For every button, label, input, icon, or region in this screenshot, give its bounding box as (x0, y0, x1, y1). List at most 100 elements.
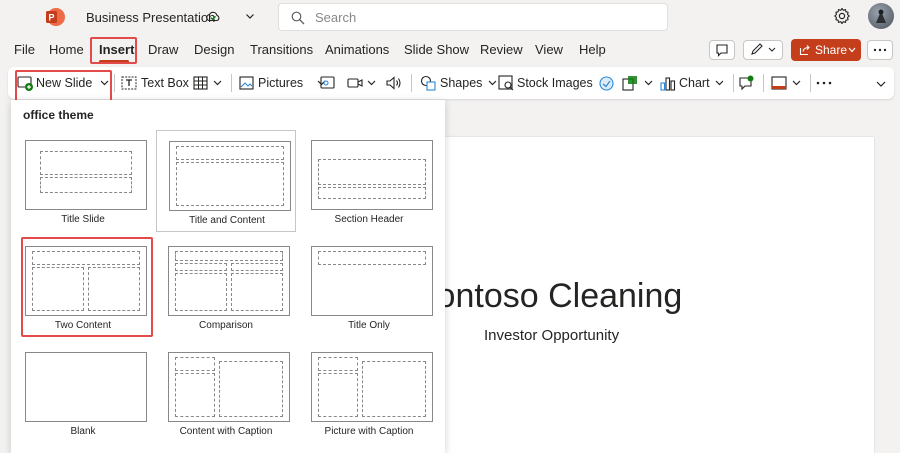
tab-home[interactable]: Home (49, 42, 84, 57)
layout-title-only[interactable]: Title Only (299, 236, 439, 338)
chevron-down-icon (213, 80, 222, 86)
header-footer-button[interactable] (771, 67, 805, 99)
layout-thumbnail (169, 141, 291, 211)
shapes-label: Shapes (440, 76, 483, 90)
new-comment-icon (739, 75, 754, 91)
text-box-label: Text Box (141, 76, 189, 90)
layout-thumbnail (311, 140, 433, 210)
layout-thumbnail (168, 352, 290, 422)
chevron-down-icon (367, 80, 376, 86)
ribbon-separator (114, 74, 115, 92)
chevron-down-icon (488, 80, 497, 86)
search-input[interactable]: Search (278, 3, 668, 31)
table-button[interactable] (193, 67, 227, 99)
ribbon-insert: New Slide Text Box Pictures Shapes Stock… (8, 67, 894, 99)
tab-view[interactable]: View (535, 42, 563, 57)
editing-mode-button[interactable] (743, 40, 783, 60)
chevron-down-icon (644, 80, 653, 86)
tab-design[interactable]: Design (194, 42, 234, 57)
layout-thumbnail (25, 352, 147, 422)
layout-section-header[interactable]: Section Header (299, 130, 439, 232)
comments-button[interactable] (709, 40, 735, 60)
picture-icon (239, 76, 254, 90)
chevron-down-icon (848, 47, 856, 53)
ribbon-separator (733, 74, 734, 92)
video-icon (347, 78, 363, 88)
slide-subtitle[interactable]: Investor Opportunity (484, 327, 619, 344)
layout-title-and-content[interactable]: Title and Content (156, 130, 296, 232)
screenshot-button[interactable] (320, 67, 340, 99)
layout-label: Title Slide (61, 214, 105, 225)
layout-picture-with-caption[interactable]: Picture with Caption (299, 342, 439, 444)
text-box-button[interactable]: Text Box (121, 67, 189, 99)
tab-review[interactable]: Review (480, 42, 523, 57)
comment-icon (716, 44, 728, 57)
layout-thumbnail (168, 246, 290, 316)
ellipsis-icon (873, 48, 887, 52)
video-button[interactable] (347, 67, 379, 99)
avatar-bird-icon (876, 9, 886, 23)
new-comment-button[interactable] (738, 67, 756, 99)
powerpoint-logo-icon[interactable]: P (44, 7, 66, 27)
layout-comparison[interactable]: Comparison (156, 236, 296, 338)
shapes-button[interactable]: Shapes (420, 67, 497, 99)
audio-button[interactable] (385, 67, 405, 99)
header-footer-icon (771, 76, 787, 90)
table-icon (193, 76, 208, 90)
icons-button[interactable] (598, 67, 616, 99)
ribbon-more-button[interactable] (816, 67, 834, 99)
slide-canvas[interactable]: Contoso Cleaning Investor Opportunity (440, 137, 874, 453)
speaker-icon (386, 76, 401, 90)
stock-images-button[interactable]: Stock Images (498, 67, 593, 99)
pictures-label: Pictures (258, 76, 304, 90)
chevron-down-icon (876, 81, 886, 87)
share-icon (799, 45, 810, 56)
pen-icon (751, 43, 776, 55)
layout-label: Comparison (199, 320, 253, 331)
more-options-button[interactable] (867, 40, 893, 60)
document-title[interactable]: Business Presentation (86, 10, 215, 25)
two-content-highlight (21, 237, 153, 337)
saved-to-cloud-icon[interactable] (205, 9, 221, 25)
slide-title[interactable]: Contoso Cleaning (440, 277, 682, 316)
tab-transitions[interactable]: Transitions (250, 42, 313, 57)
ribbon-separator (763, 74, 764, 92)
ribbon-separator (810, 74, 811, 92)
layout-label: Section Header (334, 214, 404, 225)
tab-slide-show[interactable]: Slide Show (404, 42, 469, 57)
expand-ribbon-button[interactable] (874, 67, 890, 99)
layout-label: Title and Content (189, 215, 265, 226)
layout-label: Title Only (348, 320, 390, 331)
text-box-icon (121, 76, 137, 90)
layout-label: Picture with Caption (324, 426, 414, 437)
insert-tab-highlight (90, 37, 137, 64)
add-in-icon (622, 76, 637, 91)
share-button[interactable]: Share (791, 39, 861, 61)
chart-button[interactable]: Chart (660, 67, 730, 99)
layout-content-with-caption[interactable]: Content with Caption (156, 342, 296, 444)
layout-title-slide[interactable]: Title Slide (13, 130, 153, 232)
gear-icon[interactable] (833, 7, 851, 25)
layout-blank[interactable]: Blank (13, 342, 153, 444)
chevron-down-icon[interactable] (245, 11, 255, 21)
icons-icon (599, 76, 614, 91)
shapes-icon (420, 75, 436, 91)
user-avatar[interactable] (868, 3, 894, 29)
screenshot-icon (320, 76, 335, 89)
theme-heading: office theme (23, 108, 94, 122)
stock-images-icon (498, 75, 514, 91)
tab-file[interactable]: File (14, 42, 35, 57)
ellipsis-icon (816, 81, 832, 85)
chevron-down-icon (715, 80, 724, 86)
chart-label: Chart (679, 76, 710, 90)
pictures-button[interactable]: Pictures (239, 67, 329, 99)
tab-draw[interactable]: Draw (148, 42, 178, 57)
chevron-down-icon (792, 80, 801, 86)
layout-label: Blank (70, 426, 96, 437)
share-label: Share (815, 43, 848, 57)
layout-thumbnail (311, 352, 433, 422)
search-icon (291, 11, 305, 25)
tab-help[interactable]: Help (579, 42, 606, 57)
add-in-button[interactable] (622, 67, 656, 99)
tab-animations[interactable]: Animations (325, 42, 389, 57)
